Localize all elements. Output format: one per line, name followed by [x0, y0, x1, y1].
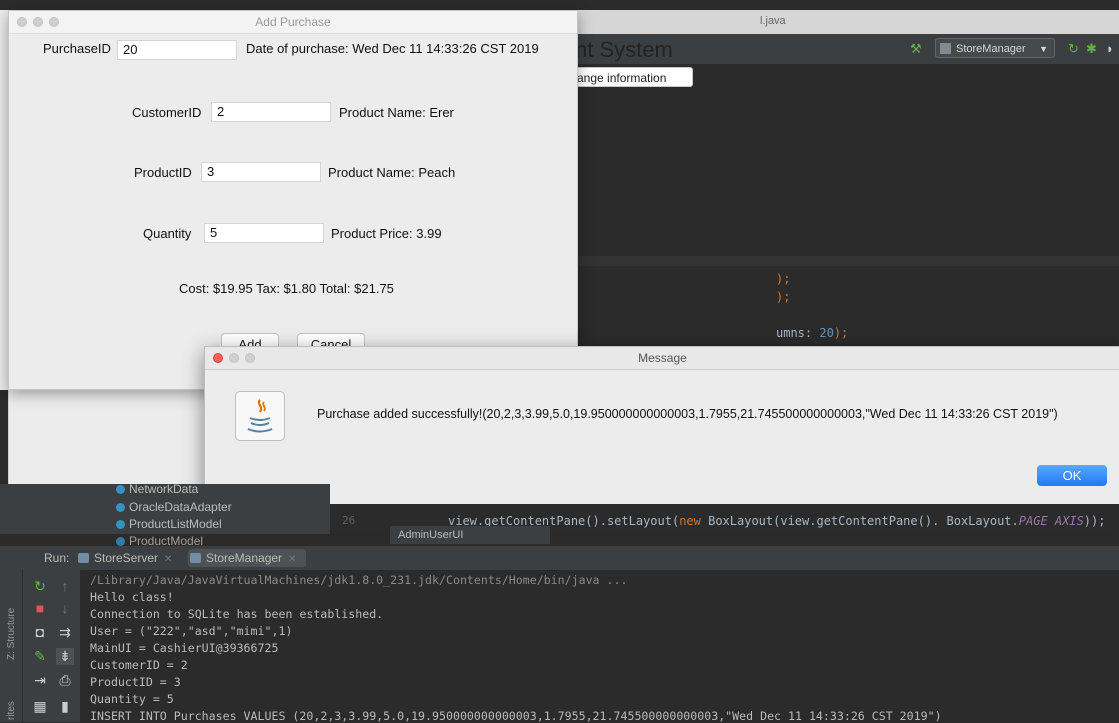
structure-tool-label[interactable]: Z: Structure: [6, 608, 17, 660]
purchase-id-field[interactable]: 20: [117, 40, 237, 60]
run-config-icon: [190, 553, 201, 563]
line-number: 26: [342, 514, 356, 527]
class-icon: [116, 537, 125, 546]
chevron-down-icon: ▼: [1039, 44, 1048, 54]
class-icon: [116, 485, 125, 494]
console-line: User = ("222","asd","mimi",1): [90, 624, 293, 638]
customer-id-label: CustomerID: [132, 105, 202, 120]
side-tool-strip: Z: Structure rites: [0, 570, 23, 722]
ide-file-tab[interactable]: l.java: [760, 15, 786, 27]
tree-item[interactable]: OracleDataAdapter: [116, 500, 232, 514]
debug-bug-icon[interactable]: ✱: [1086, 41, 1097, 57]
dialog-title-bar: Add Purchase: [9, 11, 577, 34]
app-title: nt System: [575, 37, 673, 62]
close-tab-icon[interactable]: ✕: [164, 554, 172, 565]
camera-icon[interactable]: ◘: [31, 624, 49, 640]
run-tab-storemanager[interactable]: StoreManager ✕: [188, 549, 306, 567]
login-icon[interactable]: ⇥: [31, 672, 49, 689]
console-line: Hello class!: [90, 590, 174, 604]
java-coffee-icon: [235, 391, 285, 441]
run-config-icon: [78, 553, 89, 563]
console-line: Quantity = 5: [90, 692, 174, 706]
product-id-label: ProductID: [134, 165, 192, 180]
dialog-title: Add Purchase: [255, 15, 331, 29]
favorites-tool-label[interactable]: rites: [6, 701, 17, 720]
tree-item[interactable]: NetworkData: [116, 482, 198, 496]
add-purchase-dialog: Add Purchase PurchaseID 20 Date of purch…: [8, 10, 578, 390]
class-tooltip: AdminUserUI: [390, 526, 550, 544]
stop-icon[interactable]: ■: [31, 600, 49, 616]
ide-title-bar: l.java: [570, 10, 1119, 35]
customer-id-field[interactable]: 2: [211, 102, 331, 122]
run-config-dropdown[interactable]: StoreManager ▼: [935, 38, 1055, 58]
rerun-icon[interactable]: ↻: [31, 578, 49, 595]
code-line: );: [776, 290, 791, 304]
coverage-icon[interactable]: ◗: [1106, 41, 1114, 56]
soft-wrap-icon[interactable]: ⇉: [56, 624, 74, 641]
totals-text: Cost: $19.95 Tax: $1.80 Total: $21.75: [179, 281, 394, 296]
class-icon: [116, 503, 125, 512]
class-icon: [116, 520, 125, 529]
close-tab-icon[interactable]: ✕: [288, 554, 296, 565]
product-price-text: Product Price: 3.99: [331, 226, 442, 241]
run-config-label: StoreManager: [956, 43, 1026, 55]
date-of-purchase-text: Date of purchase: Wed Dec 11 14:33:26 CS…: [246, 41, 539, 56]
code-line: umns: 20);: [776, 326, 849, 340]
console-line: CustomerID = 2: [90, 658, 188, 672]
code-number: 20: [819, 326, 834, 340]
print-icon[interactable]: ⎙: [56, 672, 74, 689]
ok-button[interactable]: OK: [1037, 465, 1107, 486]
console-line: MainUI = CashierUI@39366725: [90, 641, 279, 655]
change-information-button[interactable]: ange information: [573, 67, 693, 87]
trash-icon[interactable]: ▮: [56, 698, 74, 715]
console-line: Connection to SQLite has been establishe…: [90, 607, 384, 621]
quantity-field[interactable]: 5: [204, 223, 324, 243]
message-text: Purchase added successfully!(20,2,3,3.99…: [317, 407, 1058, 421]
run-console[interactable]: /Library/Java/JavaVirtualMachines/jdk1.8…: [80, 570, 1119, 723]
run-panel-header: Run: StoreServer ✕ StoreManager ✕: [0, 546, 1119, 571]
editor-separator: [570, 256, 1119, 266]
pin-icon[interactable]: ✎: [31, 648, 49, 665]
run-tab-storeserver[interactable]: StoreServer ✕: [76, 549, 172, 567]
tree-item[interactable]: ProductListModel: [116, 517, 222, 531]
project-tree: NetworkData OracleDataAdapter ProductLis…: [108, 482, 330, 546]
up-arrow-icon[interactable]: ↑: [56, 578, 74, 594]
scroll-to-end-icon[interactable]: ⇟: [56, 648, 74, 665]
message-title: Message: [638, 351, 687, 365]
build-hammer-icon[interactable]: ⚒: [910, 41, 922, 57]
code-line: );: [776, 272, 791, 286]
layout-icon[interactable]: ▦: [31, 698, 49, 715]
product-id-field[interactable]: 3: [201, 162, 321, 182]
product-name-text: Product Name: Peach: [328, 165, 456, 180]
message-title-bar: Message: [205, 347, 1119, 370]
tree-item[interactable]: ProductModel: [116, 534, 203, 546]
console-line: ProductID = 3: [90, 675, 181, 689]
quantity-label: Quantity: [143, 226, 192, 241]
rerun-icon[interactable]: ↻: [1068, 41, 1079, 57]
console-line: /Library/Java/JavaVirtualMachines/jdk1.8…: [90, 573, 628, 587]
message-dialog: Message Purchase added successfully!(20,…: [204, 346, 1119, 506]
project-panel-left: [0, 484, 108, 534]
run-label: Run:: [44, 551, 70, 565]
config-icon: [940, 43, 951, 54]
console-line: INSERT INTO Purchases VALUES (20,2,3,3.9…: [90, 709, 942, 723]
customer-name-text: Product Name: Erer: [339, 105, 454, 120]
down-arrow-icon[interactable]: ↓: [56, 600, 74, 616]
purchase-id-label: PurchaseID: [43, 41, 111, 56]
